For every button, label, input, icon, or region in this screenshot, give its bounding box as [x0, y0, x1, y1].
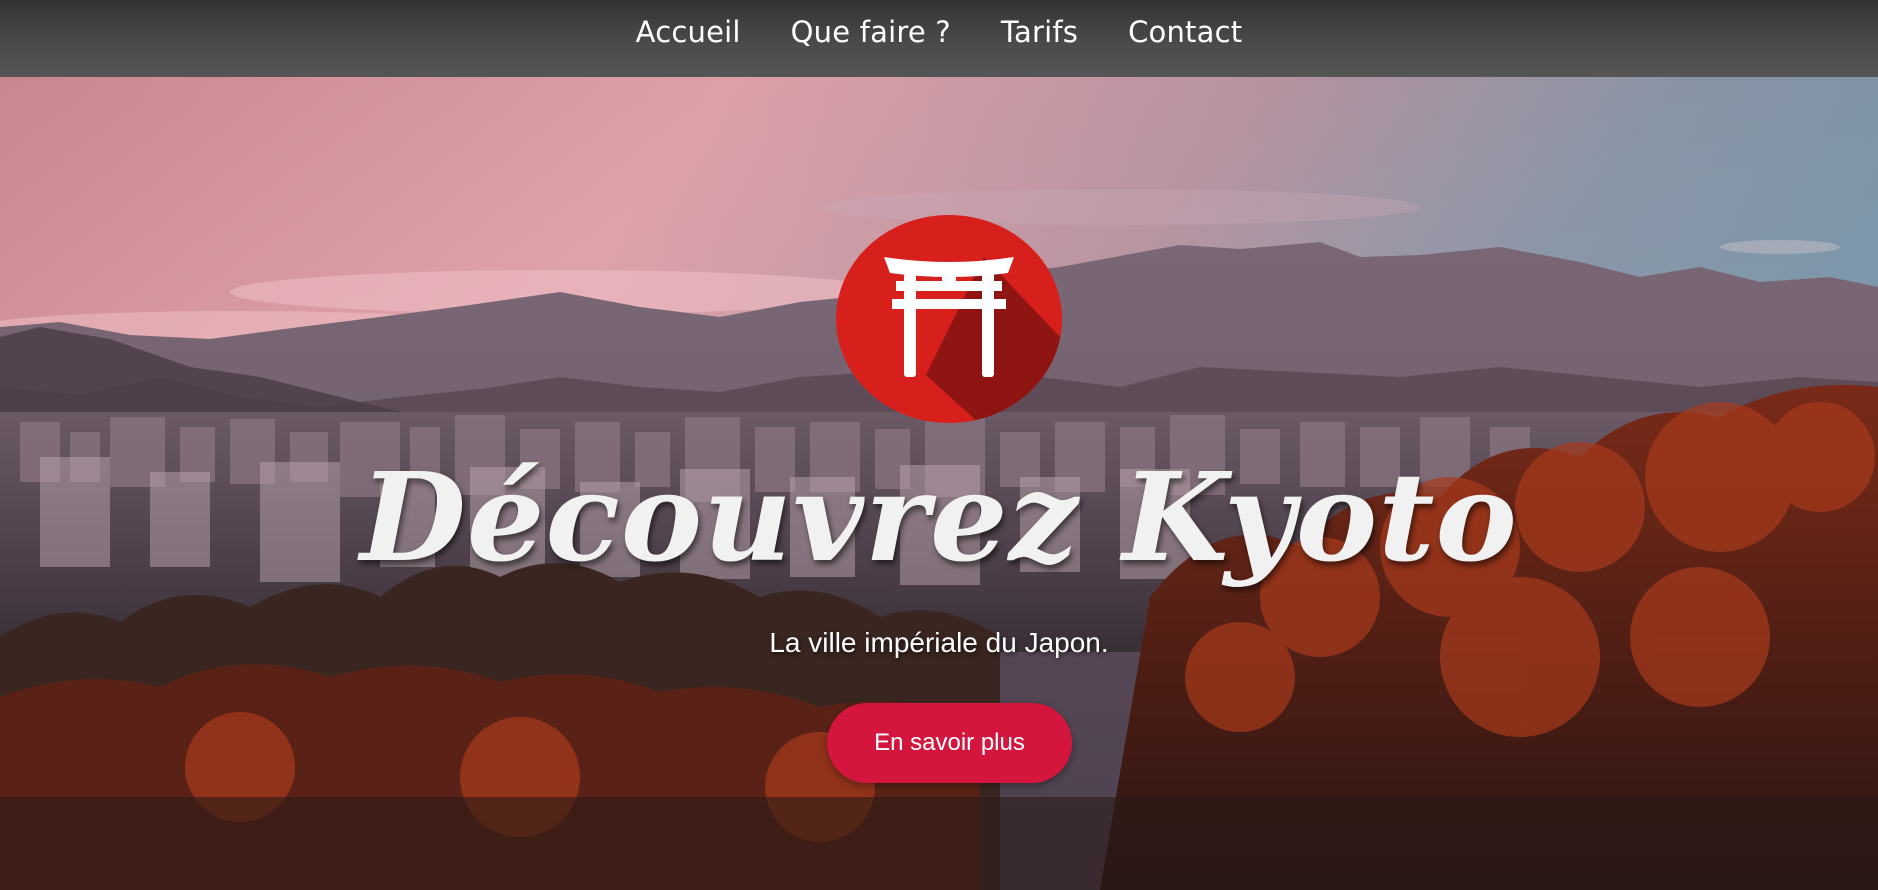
nav-link-tarifs[interactable]: Tarifs	[1001, 15, 1078, 49]
torii-gate-logo-icon	[836, 215, 1062, 423]
nav-link-que-faire[interactable]: Que faire ?	[791, 15, 951, 49]
nav-link-accueil[interactable]: Accueil	[636, 15, 741, 49]
hero-subtitle: La ville impériale du Japon.	[769, 627, 1109, 658]
top-navigation: Accueil Que faire ? Tarifs Contact	[0, 0, 1878, 77]
page: Accueil Que faire ? Tarifs Contact Décou…	[0, 0, 1878, 890]
hero-section: Découvrez Kyoto La ville impériale du Ja…	[0, 77, 1878, 890]
hero-title: Découvrez Kyoto	[360, 445, 1518, 589]
learn-more-button[interactable]: En savoir plus	[827, 703, 1072, 783]
nav-link-contact[interactable]: Contact	[1128, 15, 1242, 49]
